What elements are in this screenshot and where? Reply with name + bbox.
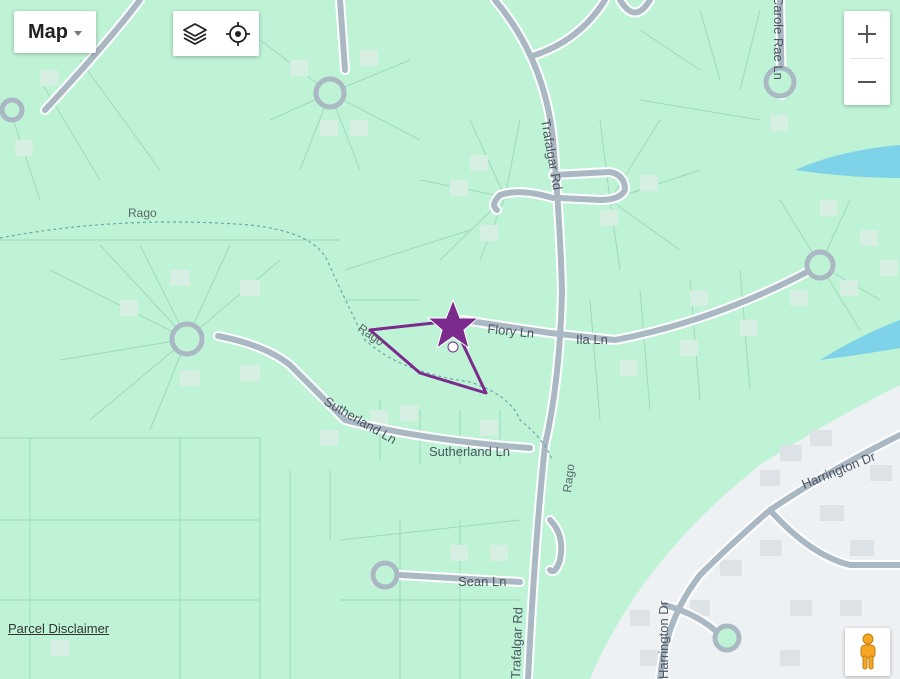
street-view-button[interactable] (845, 628, 890, 676)
pegman-icon (860, 633, 875, 670)
locate-button[interactable] (221, 17, 255, 51)
layers-icon (182, 22, 207, 45)
map-type-dropdown[interactable]: Map (14, 11, 96, 53)
label-rago-top: Rago (128, 206, 157, 220)
map-type-label: Map (28, 20, 68, 43)
label-carole-rae: Carole Rae Ln (771, 0, 786, 80)
map-tools (173, 11, 259, 56)
map-canvas[interactable]: Trafalgar Rd Trafalgar Rd Flory Ln Ila L… (0, 0, 900, 679)
parcel-disclaimer-link[interactable]: Parcel Disclaimer (8, 621, 109, 636)
zoom-control (844, 11, 890, 105)
zoom-in-button[interactable] (844, 11, 890, 58)
plus-icon (858, 25, 876, 44)
layers-button[interactable] (178, 17, 212, 51)
zoom-out-button[interactable] (844, 59, 890, 106)
minus-icon (858, 80, 876, 83)
label-harrington-lower: Harrington Dr (656, 600, 671, 679)
locate-icon (225, 21, 250, 46)
chevron-down-icon (74, 30, 82, 36)
label-ila-ln: Ila Ln (576, 332, 608, 347)
label-sutherland-right: Sutherland Ln (429, 444, 510, 459)
map-surface[interactable]: Trafalgar Rd Trafalgar Rd Flory Ln Ila L… (0, 0, 900, 679)
label-trafalgar-lower: Trafalgar Rd (508, 607, 525, 679)
label-sean-ln: Sean Ln (458, 574, 506, 589)
